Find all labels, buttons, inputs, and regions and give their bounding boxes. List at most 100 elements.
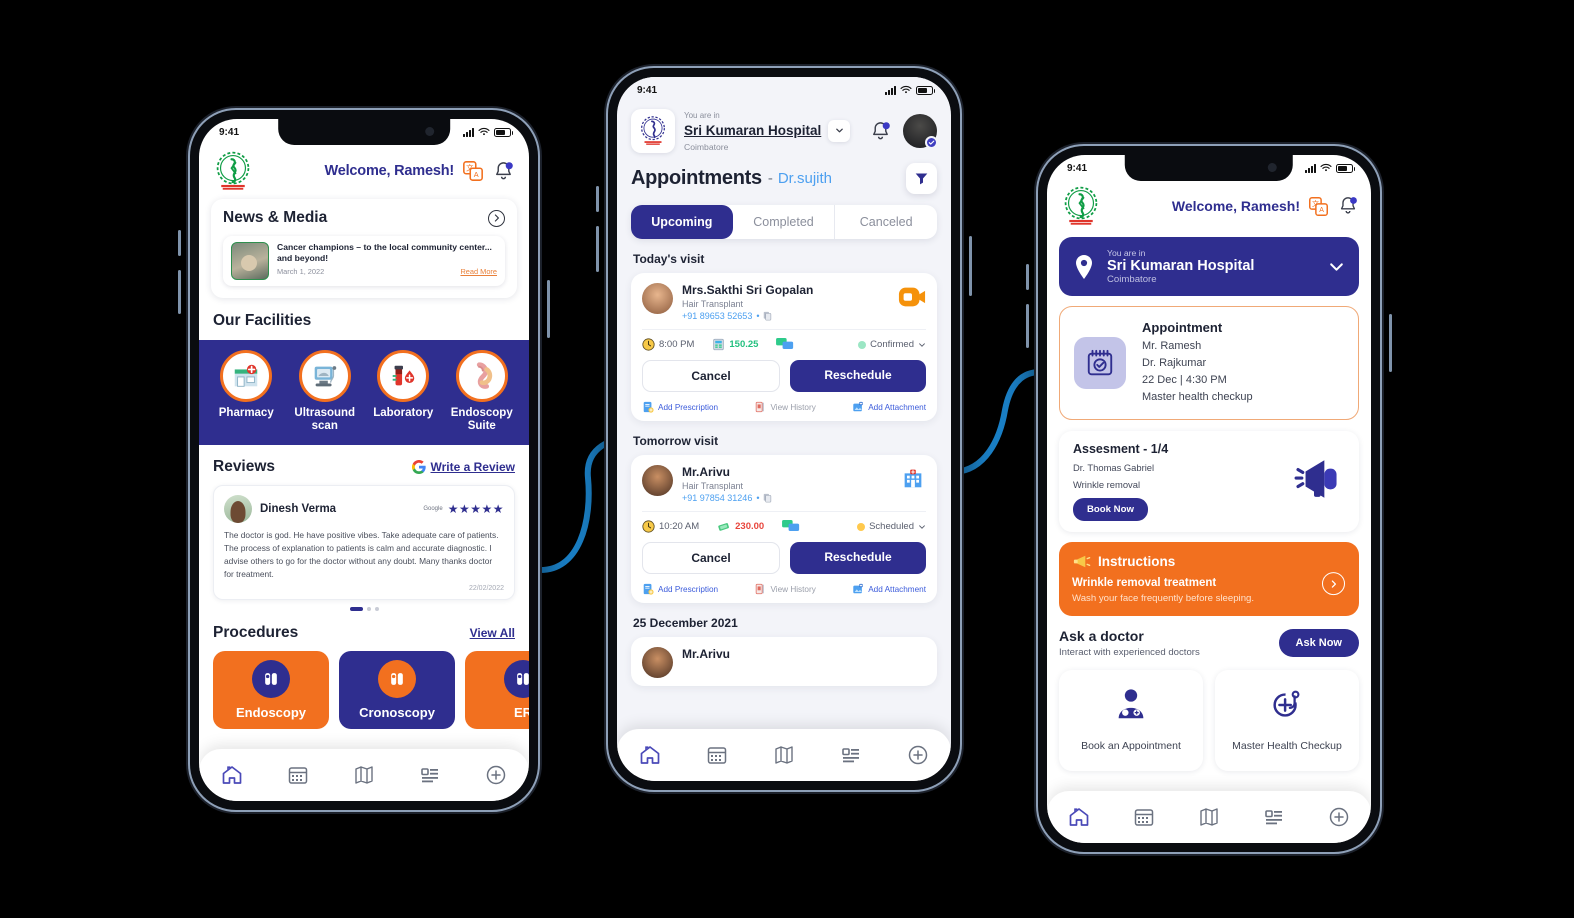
treatment-name: Hair Transplant <box>682 299 744 309</box>
video-call-icon[interactable] <box>898 283 926 316</box>
cancel-button[interactable]: Cancel <box>642 360 780 392</box>
nav-add-icon[interactable] <box>906 743 930 767</box>
you-are-in-label: You are in <box>684 110 720 120</box>
nav-home-icon[interactable] <box>638 743 662 767</box>
nav-list-icon[interactable] <box>418 763 442 787</box>
copy-icon[interactable] <box>763 311 772 321</box>
tab-upcoming[interactable]: Upcoming <box>631 205 733 239</box>
patient-phone[interactable]: +91 89653 52653 • <box>682 311 813 321</box>
welcome-message: Welcome, Ramesh! <box>1171 198 1300 214</box>
volume-down-button[interactable] <box>178 270 181 314</box>
location-banner[interactable]: You are in Sri Kumaran Hospital Coimbato… <box>1059 237 1359 296</box>
history-icon <box>756 401 765 413</box>
reviewer-avatar <box>224 495 252 524</box>
procedure-card-endoscopy[interactable]: Endoscopy <box>213 650 329 729</box>
nav-calendar-icon[interactable] <box>286 763 310 787</box>
procedure-card-er[interactable]: ER <box>465 650 529 729</box>
write-review-link[interactable]: Write a Review <box>411 460 515 475</box>
copy-icon[interactable] <box>763 493 772 503</box>
status-badge[interactable]: Confirmed <box>858 339 926 350</box>
reschedule-button[interactable]: Reschedule <box>790 542 926 574</box>
volume-up-button[interactable] <box>596 186 599 212</box>
chevron-right-circle-icon[interactable] <box>1322 572 1345 596</box>
nav-home-icon[interactable] <box>220 763 244 787</box>
scope-icon <box>378 659 416 698</box>
patient-phone[interactable]: +91 97854 31246 • <box>682 493 772 503</box>
middle-screen-content: You are in Sri Kumaran Hospital Coimbato… <box>617 103 951 781</box>
power-button[interactable] <box>969 236 972 296</box>
facility-endoscopy[interactable]: Endoscopy Suite <box>446 350 518 433</box>
translate-icon[interactable]: 文 A <box>462 160 484 182</box>
volume-up-button[interactable] <box>178 230 181 256</box>
news-item[interactable]: Cancer champions – to the local communit… <box>223 236 505 286</box>
power-button[interactable] <box>1389 314 1392 372</box>
nav-map-icon[interactable] <box>772 743 796 767</box>
add-prescription-link[interactable]: Add Prescription <box>642 583 718 595</box>
nav-map-icon[interactable] <box>1197 805 1221 829</box>
nav-map-icon[interactable] <box>352 763 376 787</box>
nav-home-icon[interactable] <box>1067 805 1091 829</box>
appointment-tabs: Upcoming Completed Canceled <box>631 205 937 239</box>
chat-icon[interactable] <box>776 338 794 351</box>
tab-canceled[interactable]: Canceled <box>834 205 937 239</box>
nav-list-icon[interactable] <box>1262 805 1286 829</box>
view-all-link[interactable]: View All <box>470 626 515 640</box>
book-now-button[interactable]: Book Now <box>1073 498 1148 522</box>
read-more-link[interactable]: Read More <box>460 267 497 276</box>
instructions-card[interactable]: Instructions Wrinkle removal treatment W… <box>1059 542 1359 617</box>
screenshot-stage: 9:41 Welcome, Ramesh! 文 A News & Media C… <box>0 0 1574 918</box>
volume-down-button[interactable] <box>596 226 599 272</box>
chat-icon[interactable] <box>782 520 800 533</box>
procedure-card-cronoscopy[interactable]: Cronoscopy <box>339 650 455 729</box>
patient-avatar <box>642 283 673 314</box>
review-source: Google <box>423 506 443 513</box>
user-avatar[interactable] <box>903 114 938 149</box>
ask-now-button[interactable]: Ask Now <box>1278 629 1359 658</box>
chevron-down-icon[interactable] <box>1328 258 1345 275</box>
appointment-summary-card[interactable]: Appointment Mr. Ramesh Dr. Rajkumar 22 D… <box>1059 306 1359 421</box>
nav-add-icon[interactable] <box>484 763 508 787</box>
page-title-separator: - <box>767 170 773 187</box>
chevron-down-icon[interactable] <box>828 119 851 142</box>
bottom-nav <box>617 729 951 781</box>
bell-icon[interactable] <box>869 120 892 143</box>
filter-icon[interactable] <box>906 163 937 194</box>
facility-laboratory[interactable]: Laboratory <box>367 350 439 433</box>
nav-calendar-icon[interactable] <box>1132 805 1156 829</box>
appointment-patient: Mr. Ramesh <box>1142 340 1202 352</box>
chevron-right-circle-icon[interactable] <box>488 209 505 227</box>
tab-completed[interactable]: Completed <box>733 205 835 239</box>
nav-calendar-icon[interactable] <box>705 743 729 767</box>
phone-middle: 9:41 You are in Sri Kumaran Hospital Coi… <box>596 68 972 790</box>
svg-text:A: A <box>1319 207 1324 214</box>
add-attachment-link[interactable]: Add Attachment <box>852 583 926 595</box>
selected-doctor[interactable]: Dr.sujith <box>778 170 832 187</box>
hospital-visit-icon[interactable] <box>900 465 926 496</box>
view-history-link[interactable]: View History <box>754 401 816 413</box>
add-prescription-link[interactable]: Add Prescription <box>642 401 718 413</box>
nav-list-icon[interactable] <box>839 743 863 767</box>
bell-icon[interactable] <box>1337 195 1359 217</box>
assessment-card: Assesment - 1/4 Dr. Thomas Gabriel Wrink… <box>1059 431 1359 533</box>
translate-icon[interactable]: 文 A <box>1308 196 1329 217</box>
bell-icon[interactable] <box>492 160 515 183</box>
facility-pharmacy[interactable]: Pharmacy <box>210 350 282 433</box>
nav-add-icon[interactable] <box>1327 805 1351 829</box>
hospital-name[interactable]: Sri Kumaran Hospital <box>684 123 821 138</box>
add-attachment-link[interactable]: Add Attachment <box>852 401 926 413</box>
right-screen-content: Welcome, Ramesh! 文 A <box>1047 181 1371 843</box>
volume-up-button[interactable] <box>1026 264 1029 290</box>
volume-down-button[interactable] <box>1026 304 1029 348</box>
view-history-link[interactable]: View History <box>754 583 816 595</box>
tile-book-appointment[interactable]: Book an Appointment <box>1059 670 1203 772</box>
reschedule-button[interactable]: Reschedule <box>790 360 926 392</box>
tile-master-health-checkup[interactable]: Master Health Checkup <box>1215 670 1359 772</box>
patient-avatar <box>642 465 673 496</box>
status-badge[interactable]: Scheduled <box>857 521 926 532</box>
power-button[interactable] <box>547 280 550 338</box>
cancel-button[interactable]: Cancel <box>642 542 780 574</box>
stethoscope-plus-icon <box>1273 690 1300 717</box>
phone-right: 9:41 Welcome, Ramesh! A You are in Sri K… <box>1026 146 1392 852</box>
facility-ultrasound[interactable]: Ultrasound scan <box>289 350 361 433</box>
appointment-card-title: Appointment <box>1142 320 1223 335</box>
